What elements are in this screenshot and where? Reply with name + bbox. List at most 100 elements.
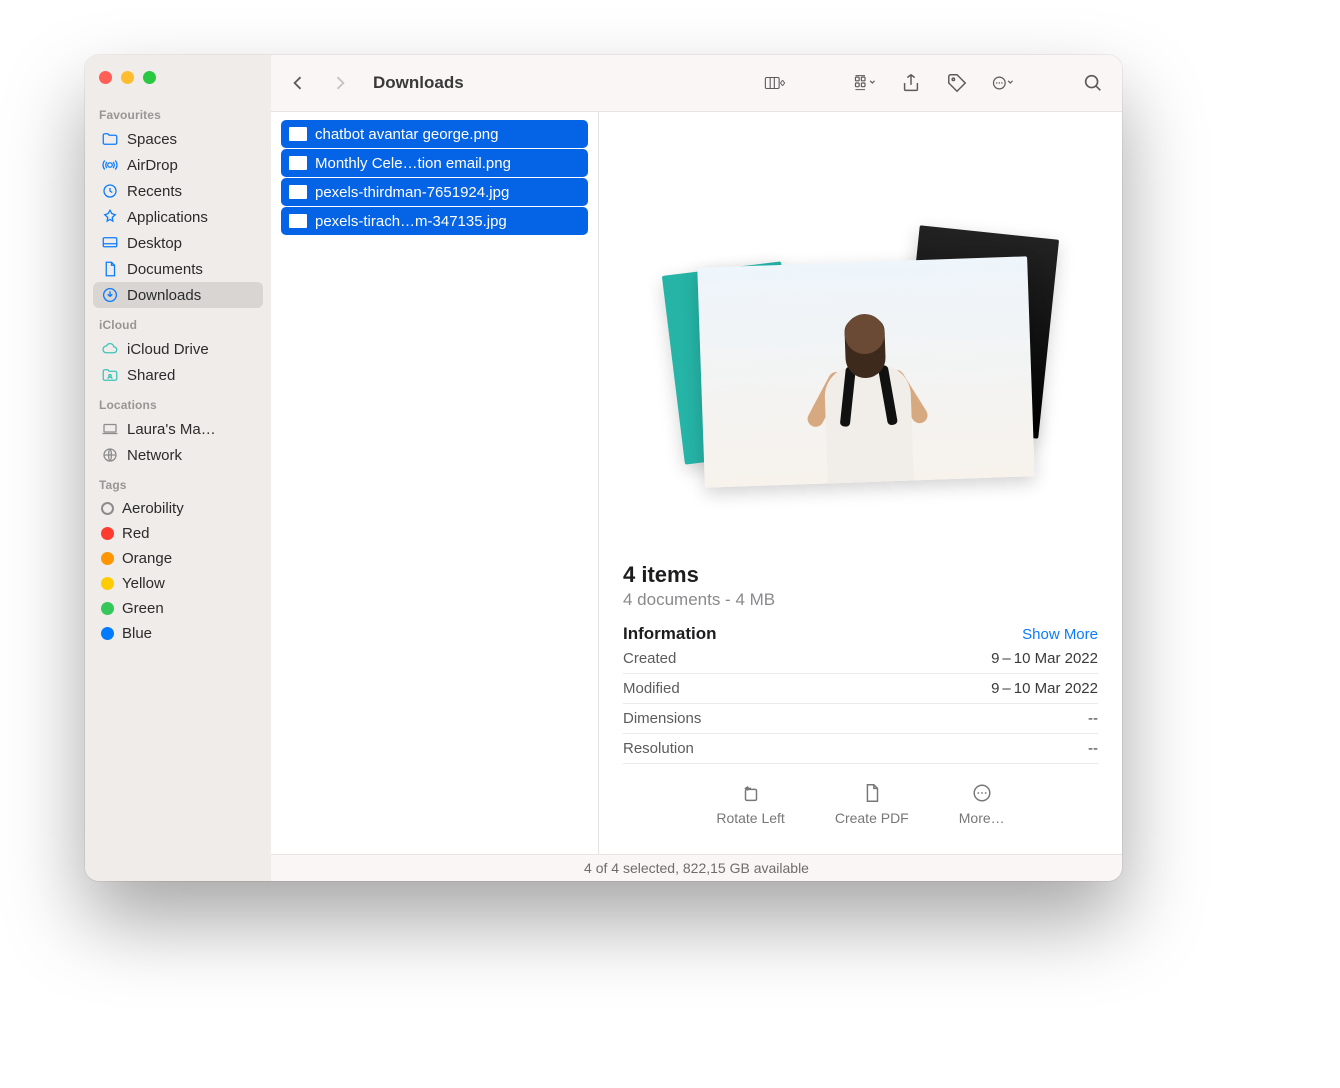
info-value: -- <box>1088 710 1098 727</box>
close-window-button[interactable] <box>99 71 112 84</box>
stack-card-icon <box>697 256 1034 487</box>
clock-icon <box>101 182 119 200</box>
more-actions[interactable]: More… <box>959 782 1005 826</box>
rotate-left-action[interactable]: Rotate Left <box>716 782 785 826</box>
group-by-button[interactable] <box>854 72 876 94</box>
info-value: 9 – 10 Mar 2022 <box>991 650 1098 667</box>
action-label: Create PDF <box>835 810 909 826</box>
share-button[interactable] <box>900 72 922 94</box>
applications-icon <box>101 208 119 226</box>
tag-dot-icon <box>101 502 114 515</box>
info-key: Modified <box>623 680 680 697</box>
window-controls <box>93 65 263 98</box>
sidebar-item-icloud-drive[interactable]: iCloud Drive <box>93 336 263 362</box>
show-more-button[interactable]: Show More <box>1022 626 1098 643</box>
sidebar-tag-red[interactable]: Red <box>93 521 263 546</box>
info-row: Resolution -- <box>623 734 1098 764</box>
sidebar-item-applications[interactable]: Applications <box>93 204 263 230</box>
action-label: Rotate Left <box>716 810 785 826</box>
sidebar-tag-orange[interactable]: Orange <box>93 546 263 571</box>
sidebar-tag-yellow[interactable]: Yellow <box>93 571 263 596</box>
sidebar-item-desktop[interactable]: Desktop <box>93 230 263 256</box>
information-heading: Information <box>623 624 717 644</box>
tag-dot-icon <box>101 627 114 640</box>
tags-button[interactable] <box>946 72 968 94</box>
sidebar-item-shared[interactable]: Shared <box>93 362 263 388</box>
sidebar-item-label: Documents <box>127 261 203 278</box>
sidebar-item-label: iCloud Drive <box>127 341 209 358</box>
sidebar-tag-blue[interactable]: Blue <box>93 621 263 646</box>
sidebar-item-label: Orange <box>122 550 172 567</box>
sidebar-item-label: Spaces <box>127 131 177 148</box>
document-icon <box>101 260 119 278</box>
network-icon <box>101 446 119 464</box>
forward-button[interactable] <box>329 72 351 94</box>
file-name: chatbot avantar george.png <box>315 126 498 143</box>
file-thumbnail-icon <box>289 156 307 170</box>
minimize-window-button[interactable] <box>121 71 134 84</box>
file-thumbnail-icon <box>289 185 307 199</box>
file-name: pexels-tirach…m-347135.jpg <box>315 213 507 230</box>
action-label: More… <box>959 810 1005 826</box>
rotate-left-icon <box>740 782 762 804</box>
back-button[interactable] <box>287 72 309 94</box>
info-key: Created <box>623 650 676 667</box>
preview-thumbnail-stack <box>599 112 1122 542</box>
sidebar-item-label: Recents <box>127 183 182 200</box>
search-button[interactable] <box>1082 72 1104 94</box>
sidebar-section-locations: Locations <box>93 388 263 416</box>
laptop-icon <box>101 420 119 438</box>
info-row: Modified 9 – 10 Mar 2022 <box>623 674 1098 704</box>
sidebar-item-label: Aerobility <box>122 500 184 517</box>
sidebar-item-label: Network <box>127 447 182 464</box>
more-icon <box>971 782 993 804</box>
sidebar-item-documents[interactable]: Documents <box>93 256 263 282</box>
sidebar-item-network[interactable]: Network <box>93 442 263 468</box>
tag-dot-icon <box>101 602 114 615</box>
desktop-icon <box>101 234 119 252</box>
sidebar-item-label: Laura's Ma… <box>127 421 216 438</box>
sidebar-item-label: Blue <box>122 625 152 642</box>
cloud-icon <box>101 340 119 358</box>
info-value: 9 – 10 Mar 2022 <box>991 680 1098 697</box>
toolbar: Downloads <box>271 55 1122 112</box>
file-row[interactable]: chatbot avantar george.png <box>281 120 588 148</box>
tag-dot-icon <box>101 552 114 565</box>
finder-window: Favourites Spaces AirDrop <box>85 55 1122 881</box>
info-value: -- <box>1088 740 1098 757</box>
sidebar-item-label: Shared <box>127 367 175 384</box>
sidebar-item-label: Red <box>122 525 150 542</box>
sidebar-section-favourites: Favourites <box>93 98 263 126</box>
file-row[interactable]: pexels-thirdman-7651924.jpg <box>281 178 588 206</box>
sidebar-tag-aerobility[interactable]: Aerobility <box>93 496 263 521</box>
sidebar-item-label: Downloads <box>127 287 201 304</box>
sidebar-section-tags: Tags <box>93 468 263 496</box>
action-menu-button[interactable] <box>992 72 1014 94</box>
shared-folder-icon <box>101 366 119 384</box>
preview-title: 4 items <box>623 562 1098 588</box>
preview-subtitle: 4 documents - 4 MB <box>623 590 1098 610</box>
info-row: Created 9 – 10 Mar 2022 <box>623 644 1098 674</box>
sidebar-item-computer[interactable]: Laura's Ma… <box>93 416 263 442</box>
tag-dot-icon <box>101 527 114 540</box>
sidebar-item-spaces[interactable]: Spaces <box>93 126 263 152</box>
create-pdf-action[interactable]: Create PDF <box>835 782 909 826</box>
zoom-window-button[interactable] <box>143 71 156 84</box>
file-thumbnail-icon <box>289 214 307 228</box>
info-row: Dimensions -- <box>623 704 1098 734</box>
file-name: Monthly Cele…tion email.png <box>315 155 511 172</box>
main-area: Downloads <box>271 55 1122 881</box>
preview-pane: 4 items 4 documents - 4 MB Information S… <box>599 112 1122 854</box>
status-text: 4 of 4 selected, 822,15 GB available <box>584 860 809 876</box>
file-row[interactable]: pexels-tirach…m-347135.jpg <box>281 207 588 235</box>
info-key: Dimensions <box>623 710 701 727</box>
sidebar-item-label: Green <box>122 600 164 617</box>
sidebar: Favourites Spaces AirDrop <box>85 55 271 881</box>
view-mode-button[interactable] <box>764 72 786 94</box>
sidebar-item-downloads[interactable]: Downloads <box>93 282 263 308</box>
file-row[interactable]: Monthly Cele…tion email.png <box>281 149 588 177</box>
sidebar-tag-green[interactable]: Green <box>93 596 263 621</box>
sidebar-item-airdrop[interactable]: AirDrop <box>93 152 263 178</box>
sidebar-item-recents[interactable]: Recents <box>93 178 263 204</box>
tag-dot-icon <box>101 577 114 590</box>
